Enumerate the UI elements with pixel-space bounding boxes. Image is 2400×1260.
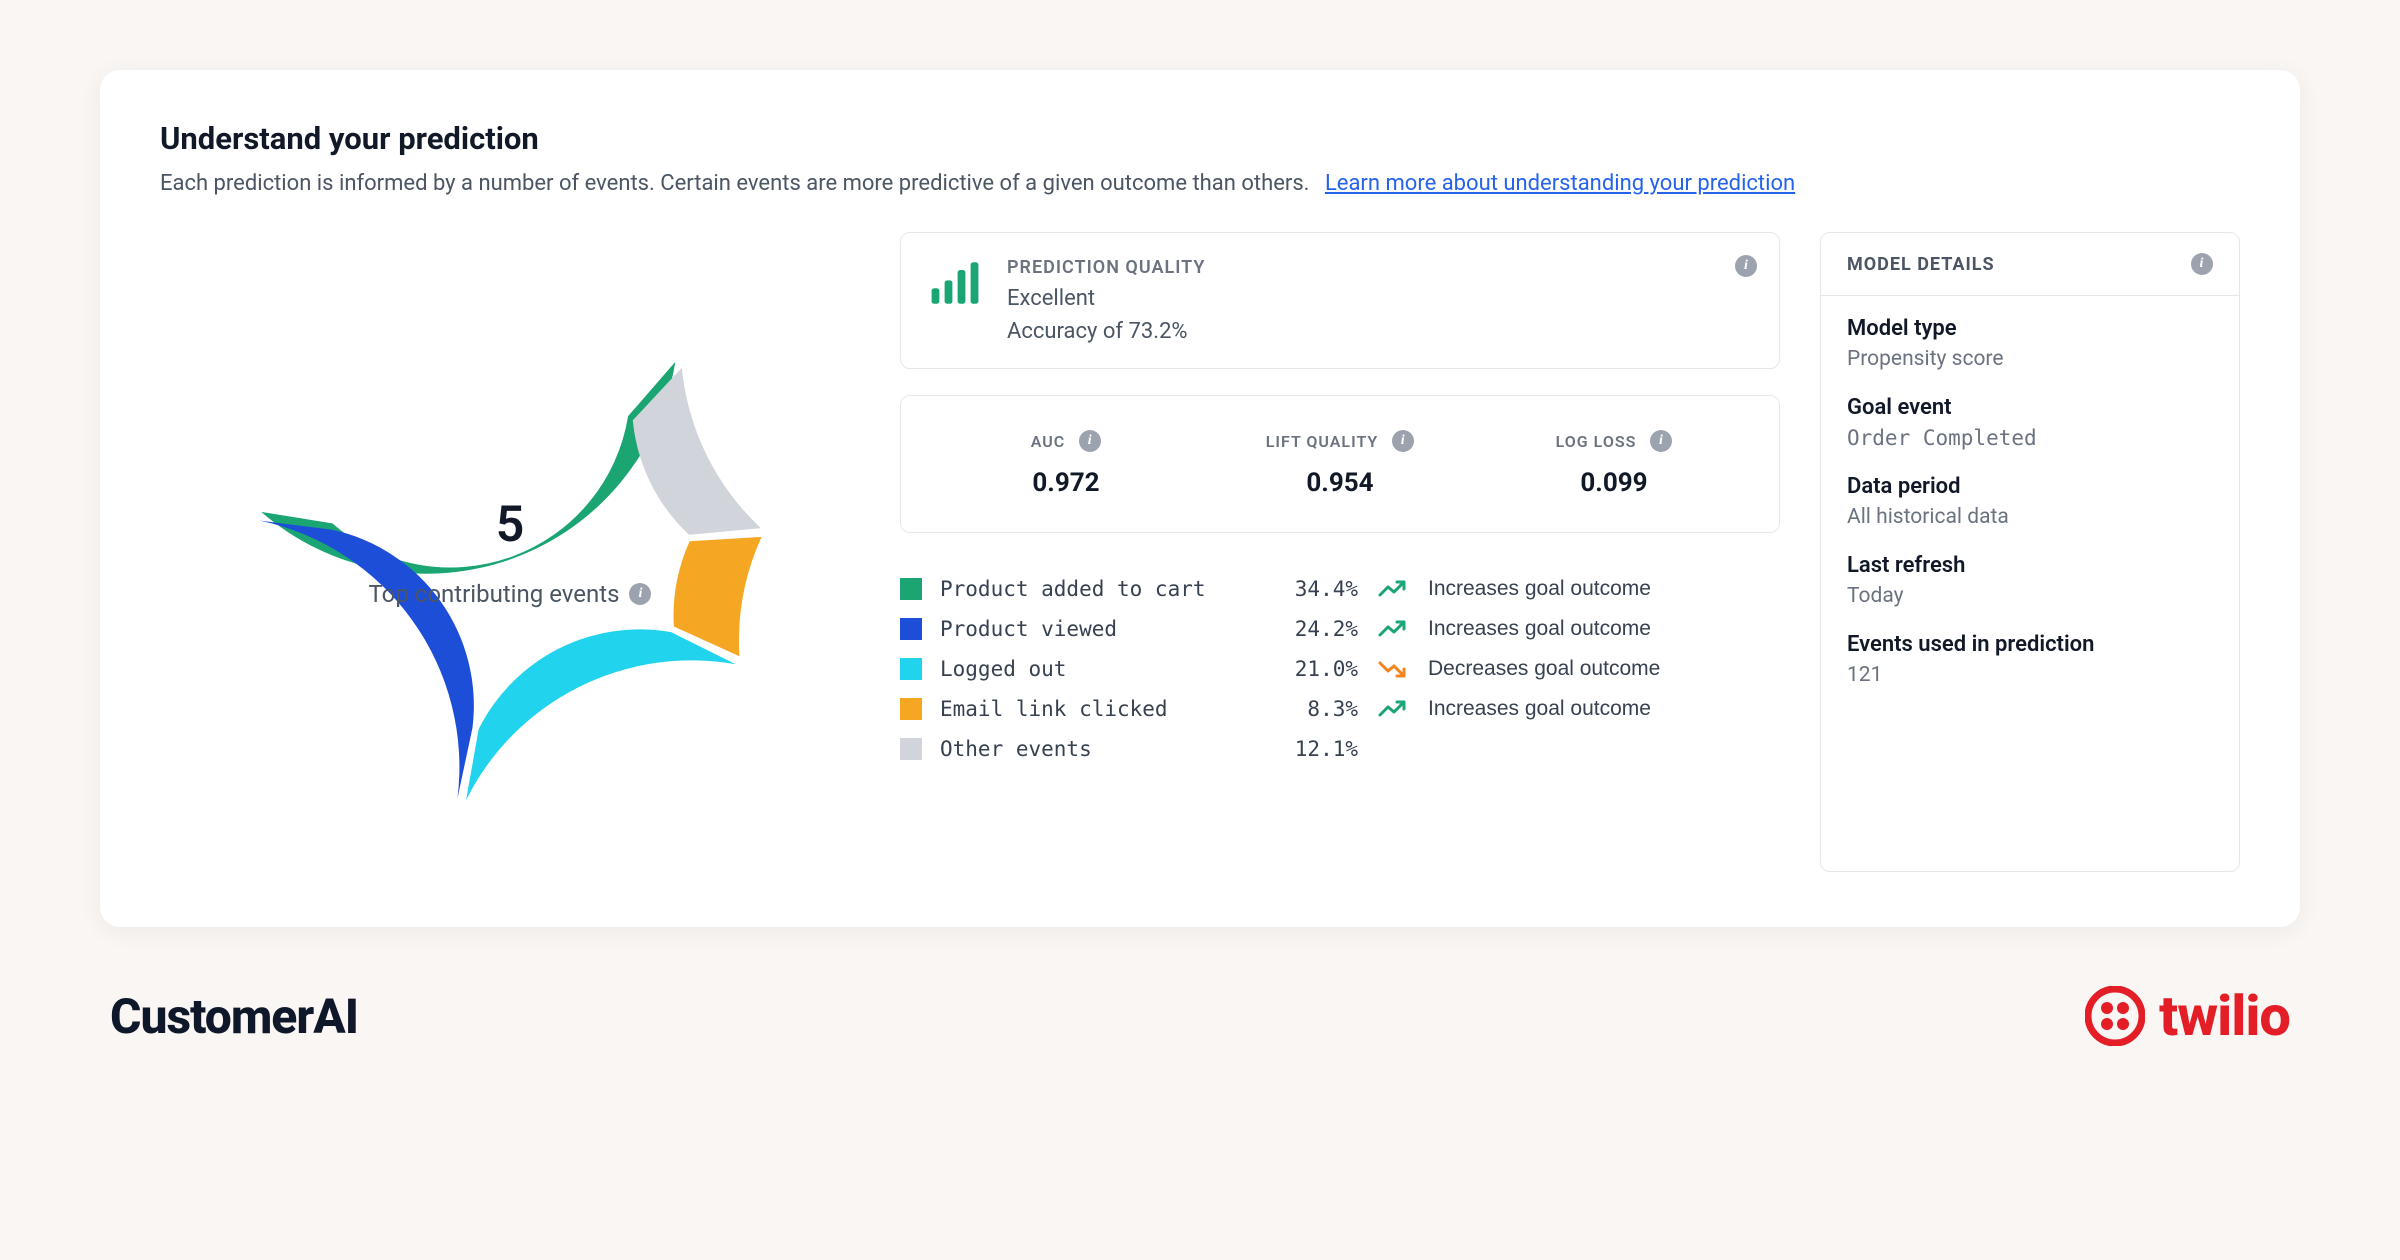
trend-up-icon — [1376, 699, 1410, 719]
metric-item: AUCi0.972 — [929, 430, 1203, 498]
main-grid: 5 Top contributing events i i — [160, 232, 2240, 872]
donut-count: 5 — [369, 496, 652, 554]
color-swatch — [900, 698, 922, 720]
model-details-header: MODEL DETAILS i — [1821, 233, 2239, 296]
twilio-icon — [2085, 986, 2145, 1046]
event-percent: 8.3% — [1258, 697, 1358, 721]
event-outcome: Increases goal outcome — [1428, 697, 1780, 721]
event-percent: 24.2% — [1258, 617, 1358, 641]
info-icon[interactable]: i — [1650, 430, 1672, 452]
learn-more-link[interactable]: Learn more about understanding your pred… — [1325, 171, 1795, 196]
prediction-quality-label: PREDICTION QUALITY — [1007, 257, 1205, 278]
event-name: Product added to cart — [940, 577, 1240, 601]
color-swatch — [900, 618, 922, 640]
event-row: Logged out 21.0% Decreases goal outcome — [900, 649, 1780, 689]
event-percent: 21.0% — [1258, 657, 1358, 681]
info-icon[interactable]: i — [1392, 430, 1414, 452]
event-name: Email link clicked — [940, 697, 1240, 721]
event-percent: 34.4% — [1258, 577, 1358, 601]
donut-label: Top contributing events i — [369, 580, 652, 608]
metrics-panel: AUCi0.972LIFT QUALITYi0.954LOG LOSSi0.09… — [900, 395, 1780, 533]
info-icon[interactable]: i — [1079, 430, 1101, 452]
prediction-card: Understand your prediction Each predicti… — [100, 70, 2300, 927]
metric-item: LOG LOSSi0.099 — [1477, 430, 1751, 498]
event-outcome: Increases goal outcome — [1428, 617, 1780, 641]
middle-column: i PREDICTION QUALITY Excellent Accuracy … — [900, 232, 1780, 872]
event-row: Product added to cart 34.4% Increases go… — [900, 569, 1780, 609]
model-detail-item: Goal eventOrder Completed — [1847, 395, 2213, 450]
event-percent: 12.1% — [1258, 737, 1358, 761]
event-row: Email link clicked 8.3% Increases goal o… — [900, 689, 1780, 729]
trend-up-icon — [1376, 619, 1410, 639]
event-outcome: Increases goal outcome — [1428, 577, 1780, 601]
model-detail-item: Model typePropensity score — [1847, 316, 2213, 371]
event-row: Product viewed 24.2% Increases goal outc… — [900, 609, 1780, 649]
event-row: Other events 12.1% — [900, 729, 1780, 769]
page-title: Understand your prediction — [160, 120, 2240, 157]
model-detail-item: Data periodAll historical data — [1847, 474, 2213, 529]
event-name: Other events — [940, 737, 1240, 761]
metric-item: LIFT QUALITYi0.954 — [1203, 430, 1477, 498]
footer: CustomerAI twilio — [100, 983, 2300, 1049]
prediction-quality-accuracy: Accuracy of 73.2% — [1007, 319, 1205, 344]
model-detail-item: Last refreshToday — [1847, 553, 2213, 608]
color-swatch — [900, 738, 922, 760]
info-icon[interactable]: i — [2191, 253, 2213, 275]
donut-chart-section: 5 Top contributing events i — [160, 232, 860, 872]
donut-segment — [674, 537, 762, 656]
trend-down-icon — [1376, 659, 1410, 679]
trend-up-icon — [1376, 579, 1410, 599]
prediction-quality-rating: Excellent — [1007, 286, 1205, 311]
info-icon[interactable]: i — [1735, 255, 1757, 277]
event-name: Logged out — [940, 657, 1240, 681]
model-detail-item: Events used in prediction121 — [1847, 632, 2213, 687]
page-subtitle: Each prediction is informed by a number … — [160, 171, 1309, 196]
color-swatch — [900, 578, 922, 600]
model-details-card: MODEL DETAILS i Model typePropensity sco… — [1820, 232, 2240, 872]
color-swatch — [900, 658, 922, 680]
events-table: Product added to cart 34.4% Increases go… — [900, 569, 1780, 769]
info-icon[interactable]: i — [629, 583, 651, 605]
event-name: Product viewed — [940, 617, 1240, 641]
page-subtitle-row: Each prediction is informed by a number … — [160, 171, 2240, 196]
twilio-logo: twilio — [2085, 983, 2290, 1049]
donut-segment — [466, 629, 736, 800]
donut-center: 5 Top contributing events i — [369, 496, 652, 608]
customer-ai-logo: CustomerAI — [110, 988, 358, 1045]
prediction-quality-panel: i PREDICTION QUALITY Excellent Accuracy … — [900, 232, 1780, 369]
signal-bars-icon — [929, 257, 981, 309]
event-outcome: Decreases goal outcome — [1428, 657, 1780, 681]
